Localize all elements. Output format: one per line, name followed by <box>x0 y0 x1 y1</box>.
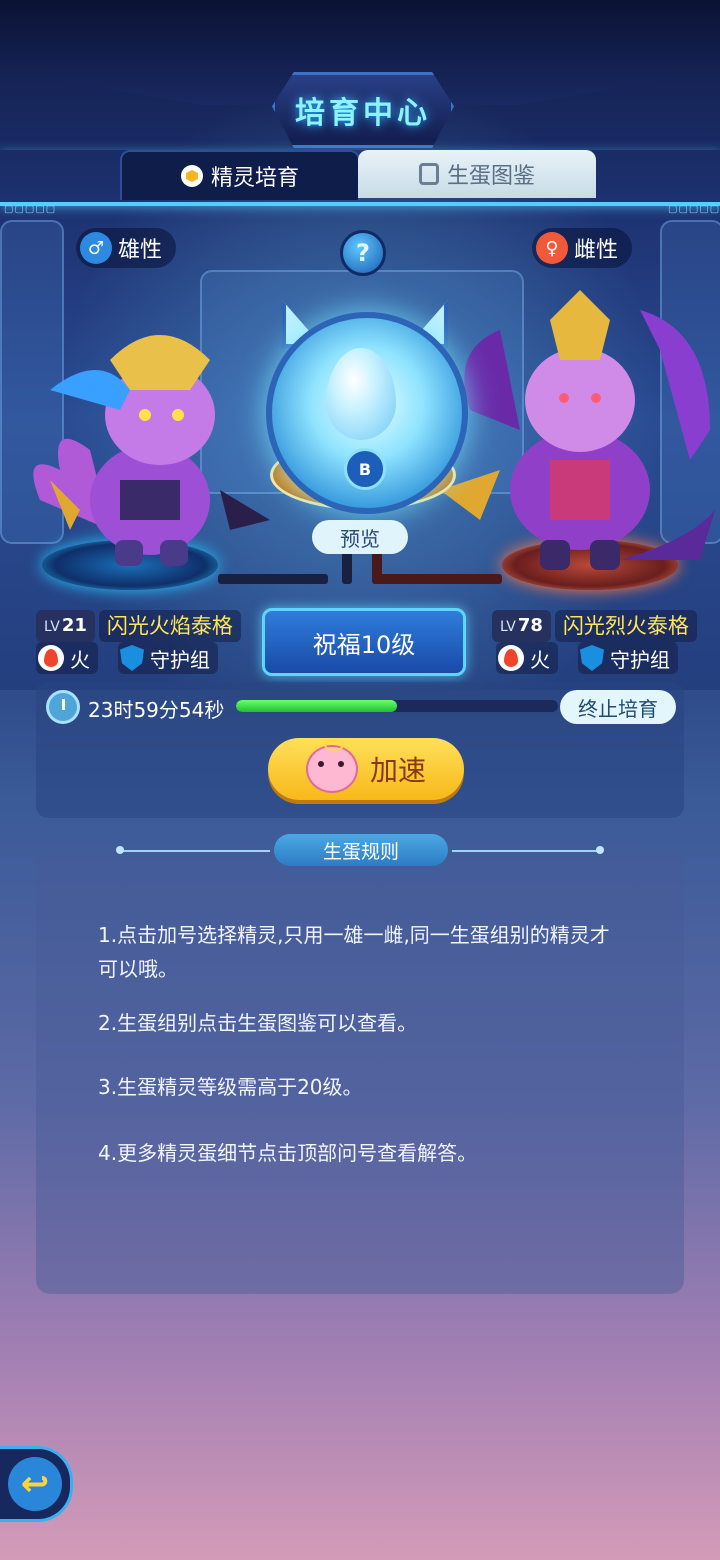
tab-bar: 精灵培育 生蛋图鉴 <box>0 150 720 206</box>
female-level-prefix: LV <box>500 619 516 635</box>
rule-item-1: 1.点击加号选择精灵,只用一雄一雌,同一生蛋组别的精灵才可以哦。 <box>98 923 610 981</box>
hexagon-icon <box>180 165 203 187</box>
tab-egg-catalog-label: 生蛋图鉴 <box>446 164 535 189</box>
female-level: 78 <box>517 615 543 636</box>
rules-divider-dot-left <box>116 846 124 854</box>
tab-egg-catalog[interactable]: 生蛋图鉴 <box>358 150 596 198</box>
decor-dots-left: ▢▢▢▢▢ <box>4 204 57 215</box>
breeding-progress-bar <box>236 700 558 712</box>
male-name: 闪光火焰泰格 <box>98 610 241 642</box>
rule-item-3: 3.生蛋精灵等级需高于20级。 <box>98 1075 363 1099</box>
female-group: 守护组 <box>578 642 678 674</box>
remaining-time: 23时59分54秒 <box>88 698 225 722</box>
female-element-label: 火 <box>530 647 550 672</box>
male-group: 守护组 <box>118 642 218 674</box>
male-level-box: LV 21 <box>36 610 95 642</box>
male-gender-badge: ♂ 雄性 <box>76 228 177 268</box>
male-group-label: 守护组 <box>150 647 210 672</box>
rule-item-4: 4.更多精灵蛋细节点击顶部问号查看解答。 <box>98 1141 478 1165</box>
stopwatch-icon <box>46 690 80 724</box>
back-arrow-icon: ↩ <box>8 1457 62 1511</box>
back-button[interactable]: ↩ <box>0 1446 73 1522</box>
shield-icon <box>580 645 604 671</box>
male-creature[interactable] <box>20 300 280 570</box>
mascot-icon <box>305 739 358 793</box>
male-element-label: 火 <box>70 647 90 672</box>
female-gender-badge: ♀ 雌性 <box>532 228 633 268</box>
rules-divider-left <box>120 850 270 852</box>
male-info-row: LV 21 闪光火焰泰格 <box>36 610 241 642</box>
book-icon <box>418 163 439 185</box>
speed-up-button[interactable]: 加速 <box>268 738 464 800</box>
female-icon: ♀ <box>536 232 568 264</box>
female-element: 火 <box>496 642 558 674</box>
fire-icon <box>498 645 524 671</box>
fire-icon <box>38 645 64 671</box>
title-plate: 培育中心 <box>272 72 454 148</box>
rules-divider-dot-right <box>596 846 604 854</box>
female-name: 闪光烈火泰格 <box>554 610 697 642</box>
male-element: 火 <box>36 642 98 674</box>
male-gender-label: 雄性 <box>118 238 163 263</box>
shield-icon <box>120 645 144 671</box>
male-level-prefix: LV <box>44 619 60 635</box>
male-level: 21 <box>61 615 87 636</box>
help-button[interactable]: ? <box>340 230 386 276</box>
tab-breeding-label: 精灵培育 <box>210 166 299 191</box>
decor-dots-right: ▢▢▢▢▢ <box>668 204 720 215</box>
speed-up-label: 加速 <box>369 754 426 787</box>
breeding-progress-fill <box>236 700 397 712</box>
female-info-row: LV 78 闪光烈火泰格 <box>492 610 697 642</box>
right-pipe <box>372 574 502 584</box>
female-group-label: 守护组 <box>610 647 670 672</box>
tab-breeding[interactable]: 精灵培育 <box>120 150 360 200</box>
blessing-level: 祝福10级 <box>262 608 466 676</box>
male-icon: ♂ <box>80 232 112 264</box>
egg-grade-badge: B <box>344 448 386 490</box>
rules-divider-right <box>452 850 600 852</box>
female-gender-label: 雌性 <box>574 238 619 263</box>
female-creature[interactable] <box>440 290 720 580</box>
male-attr-row: 火 守护组 <box>36 642 218 674</box>
left-pipe <box>218 574 328 584</box>
female-attr-row: 火 守护组 <box>496 642 678 674</box>
rule-item-2: 2.生蛋组别点击生蛋图鉴可以查看。 <box>98 1011 418 1035</box>
preview-button[interactable]: 预览 <box>312 520 408 554</box>
stop-breeding-button[interactable]: 终止培育 <box>560 690 676 724</box>
female-level-box: LV 78 <box>492 610 551 642</box>
page-title: 培育中心 <box>295 96 431 131</box>
rules-title: 生蛋规则 <box>274 834 448 866</box>
